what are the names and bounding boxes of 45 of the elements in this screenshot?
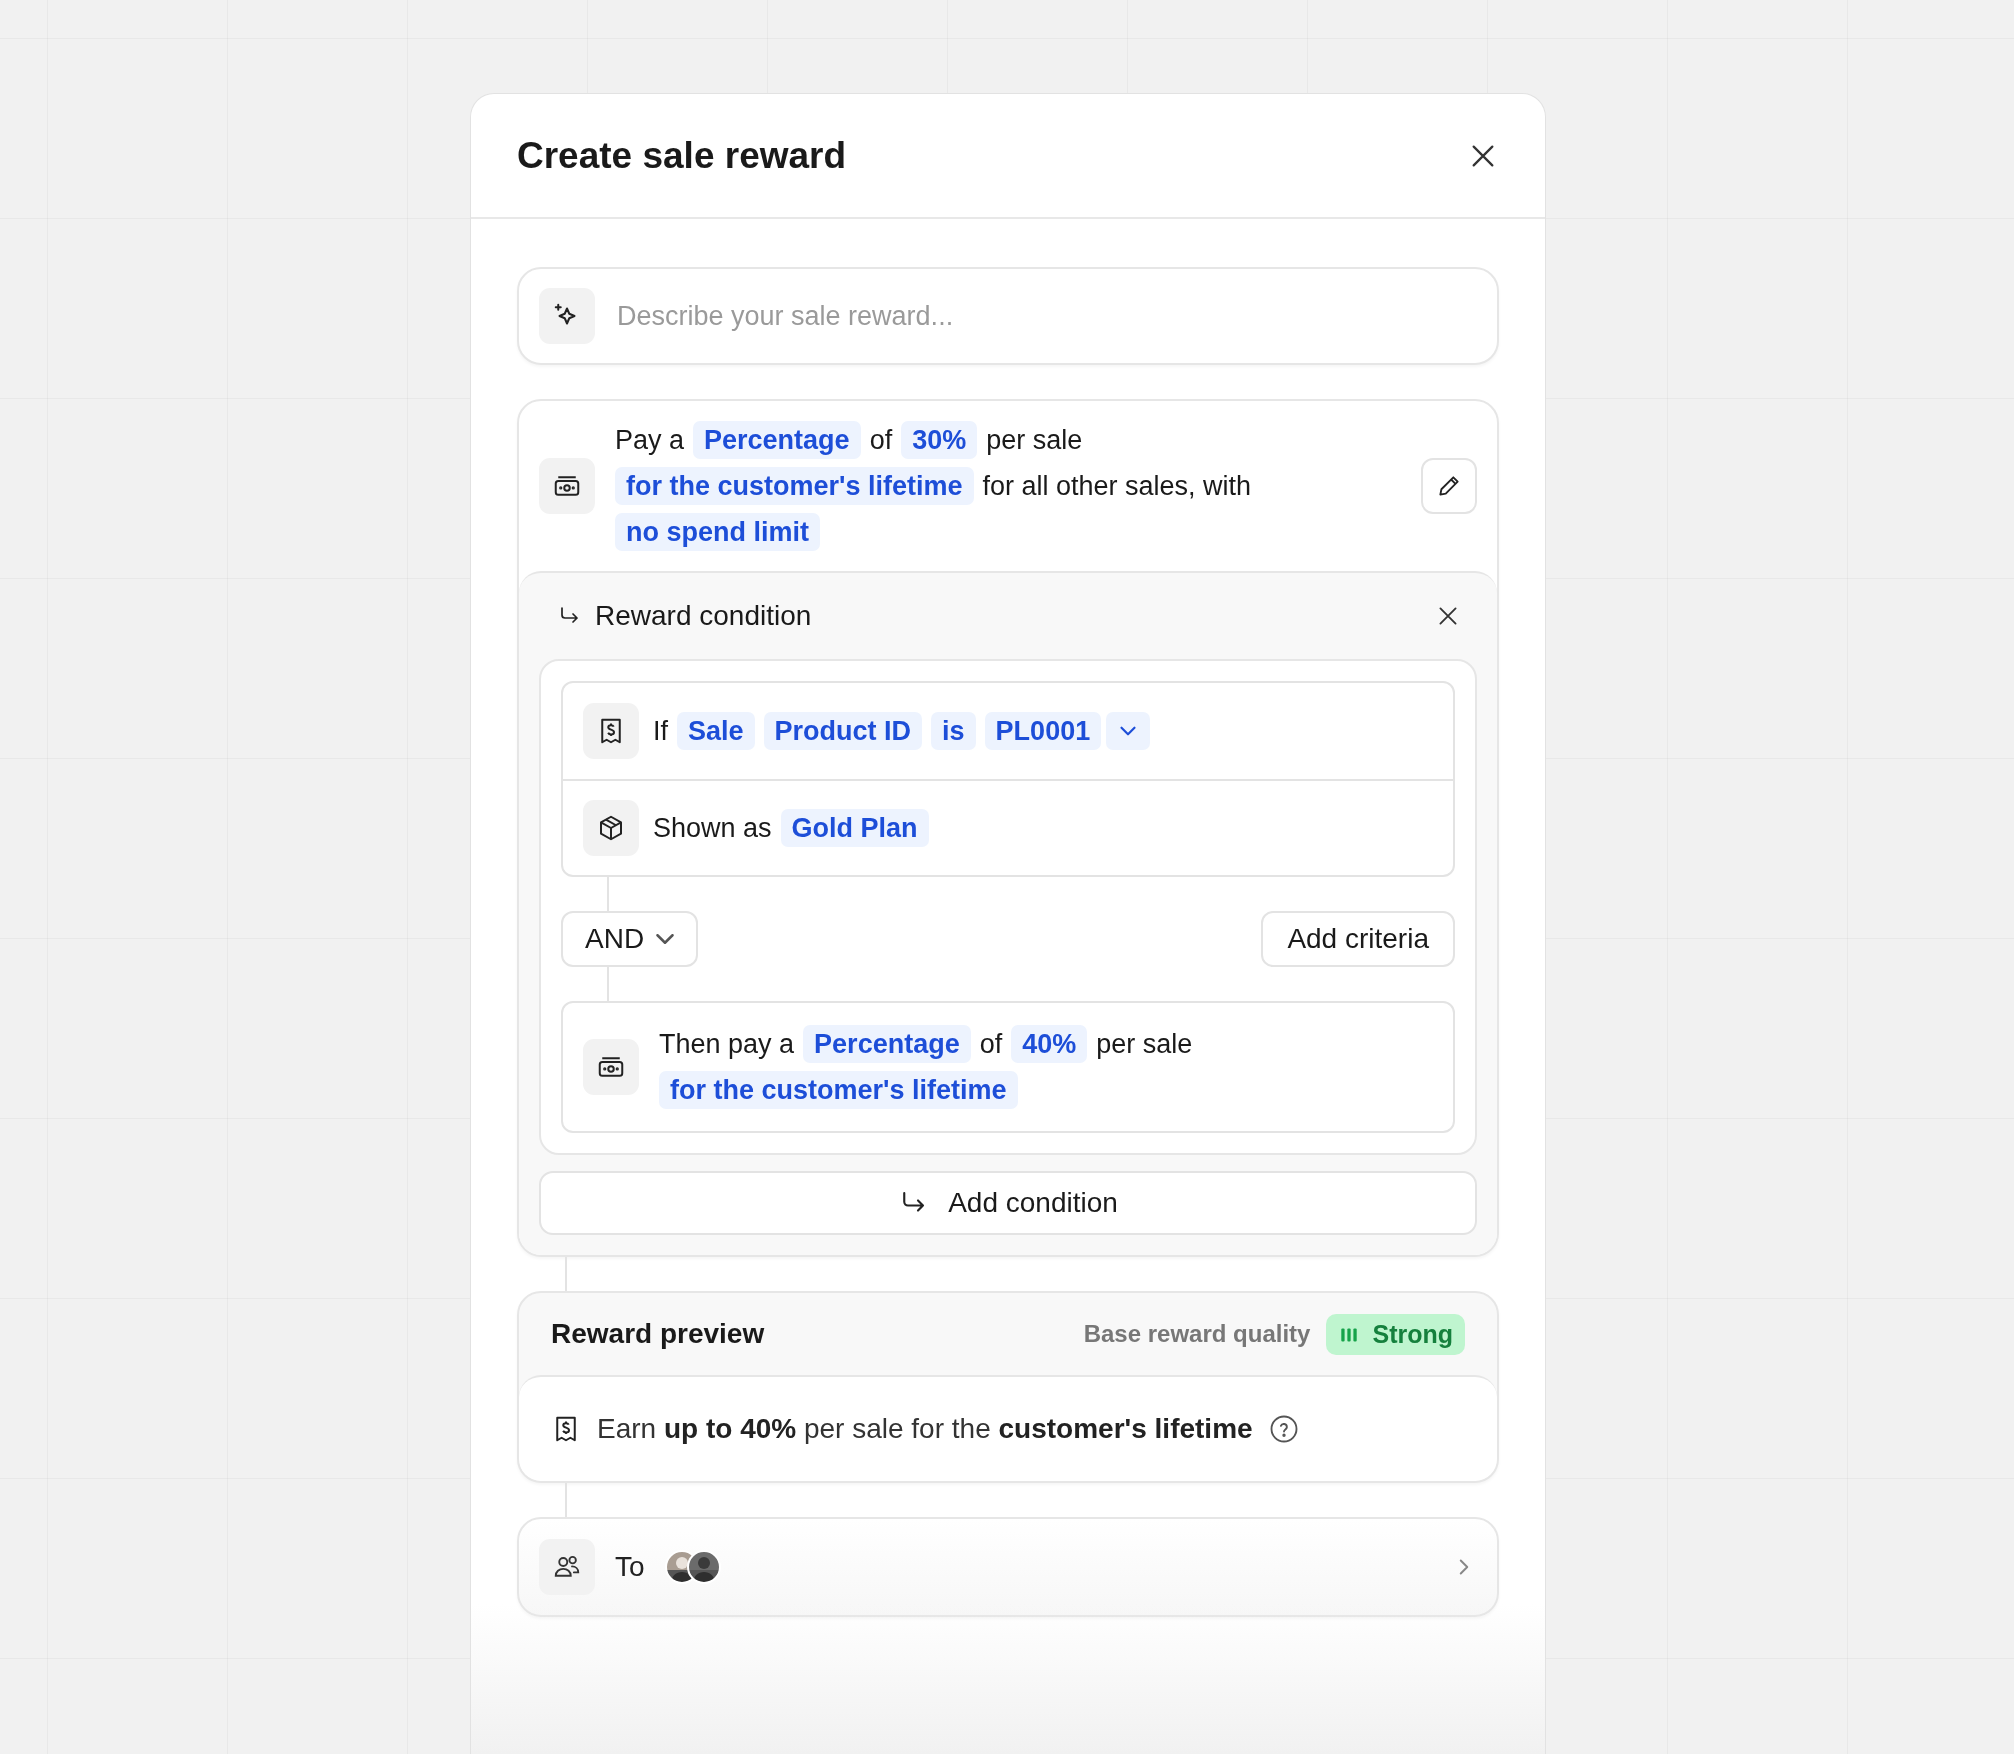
quality-badge: Strong	[1326, 1313, 1465, 1355]
sentence-text: for all other sales, with	[982, 470, 1252, 502]
value-token[interactable]: is	[931, 712, 976, 750]
sentence-text: per sale	[1096, 1028, 1193, 1060]
value-token[interactable]: for the customer's lifetime	[615, 467, 974, 505]
chevron-down-icon	[656, 934, 675, 944]
sparkle-icon	[539, 288, 595, 344]
prompt-field[interactable]: Describe your sale reward...	[517, 267, 1499, 365]
chevron-down-icon[interactable]	[1106, 712, 1151, 750]
recipients-label: To	[615, 1551, 645, 1583]
preview-title: Reward preview	[551, 1318, 766, 1350]
prompt-input[interactable]: Describe your sale reward...	[615, 299, 1477, 333]
operator-dropdown[interactable]: AND	[561, 911, 699, 967]
cash-icon	[583, 1039, 639, 1095]
quality-label: Base reward quality	[1083, 1320, 1311, 1348]
sentence-text: per sale	[986, 424, 1083, 456]
value-token[interactable]: PL0001	[984, 712, 1102, 750]
value-token[interactable]: no spend limit	[615, 513, 820, 551]
users-icon	[539, 1539, 595, 1595]
value-token[interactable]: Percentage	[803, 1025, 971, 1063]
reward-summary: Earn up to 40% per sale for the customer's lifetime	[597, 1413, 1253, 1445]
condition-title: Reward condition	[595, 600, 813, 632]
value-token[interactable]: Product ID	[763, 712, 923, 750]
recipients-row[interactable]: To	[517, 1517, 1499, 1617]
sentence-text: of	[869, 424, 893, 456]
value-token[interactable]: Gold Plan	[780, 809, 929, 847]
dialog-title: Create sale reward	[517, 134, 847, 177]
value-token[interactable]: 40%	[1011, 1025, 1088, 1063]
receipt-icon	[583, 703, 639, 759]
help-icon[interactable]	[1268, 1414, 1299, 1444]
sentence-text: Then pay a	[659, 1028, 795, 1060]
cash-icon	[539, 458, 595, 514]
edit-button[interactable]	[1421, 458, 1477, 514]
value-token[interactable]: 30%	[901, 421, 978, 459]
pencil-icon	[1436, 473, 1462, 499]
value-token[interactable]: Percentage	[693, 421, 861, 459]
add-criteria-button[interactable]: Add criteria	[1261, 911, 1455, 967]
sentence-text: Pay a	[615, 424, 685, 456]
sentence-text: Shown as	[653, 812, 772, 844]
value-token[interactable]: Sale	[677, 712, 755, 750]
value-token[interactable]: for the customer's lifetime	[659, 1071, 1018, 1109]
sentence-text: of	[979, 1028, 1003, 1060]
sentence-text: If	[653, 715, 668, 747]
box-icon	[583, 800, 639, 856]
add-condition-button[interactable]: Add condition	[539, 1171, 1477, 1235]
